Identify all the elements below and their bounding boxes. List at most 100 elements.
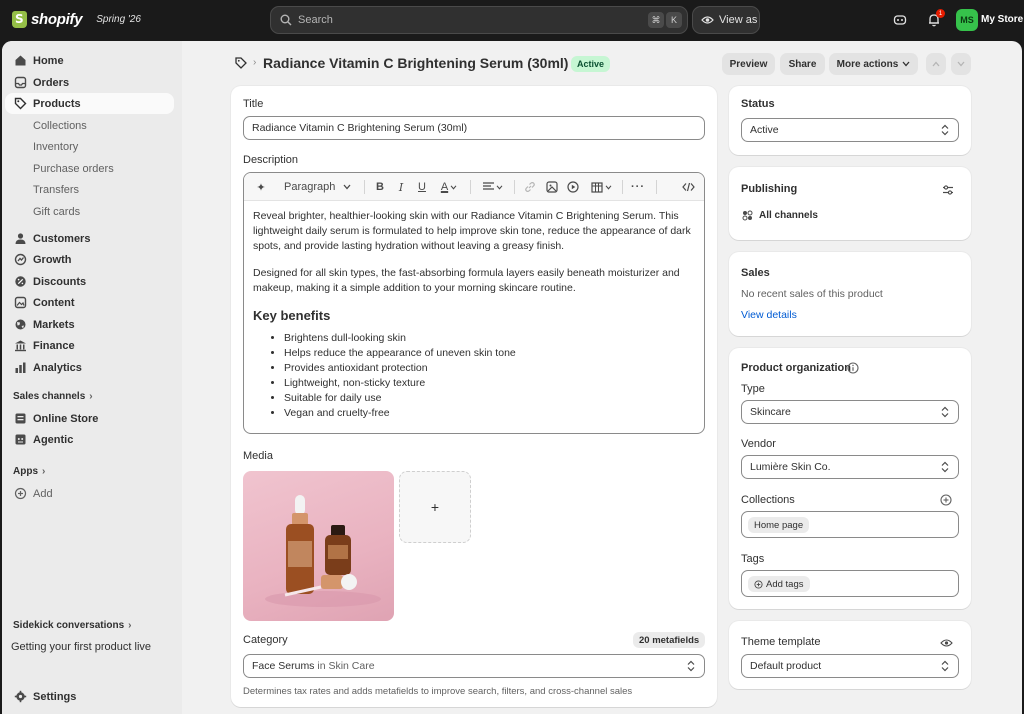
title-label: Title bbox=[243, 98, 264, 110]
text-color-icon[interactable]: A bbox=[436, 179, 462, 195]
shopify-logo[interactable]: shopify Spring '26 bbox=[12, 11, 141, 28]
sidebar-item-growth[interactable]: Growth bbox=[5, 249, 174, 270]
bold-icon[interactable]: B bbox=[372, 179, 388, 195]
code-icon[interactable] bbox=[680, 179, 696, 195]
sidebar-item-label: Purchase orders bbox=[33, 162, 114, 175]
sidebar-item-markets[interactable]: Markets bbox=[5, 314, 174, 335]
sidebar-item-add-app[interactable]: Add bbox=[5, 483, 174, 504]
sidebar-item-online-store[interactable]: Online Store bbox=[5, 408, 174, 429]
shopify-bag-icon bbox=[12, 11, 27, 28]
sidebar-item-home[interactable]: Home bbox=[5, 50, 174, 71]
vendor-value: Lumière Skin Co. bbox=[750, 461, 831, 473]
sidebar-item-transfers[interactable]: Transfers bbox=[5, 179, 174, 200]
sidebar-item-analytics[interactable]: Analytics bbox=[5, 357, 174, 378]
sidebar-item-inventory[interactable]: Inventory bbox=[5, 136, 174, 157]
status-select[interactable]: Active bbox=[741, 118, 959, 142]
agent-icon bbox=[15, 434, 26, 445]
sidebar-item-settings[interactable]: Settings bbox=[5, 686, 174, 707]
link-icon[interactable] bbox=[522, 179, 538, 195]
view-details-link[interactable]: View details bbox=[741, 309, 797, 321]
info-icon[interactable] bbox=[847, 362, 859, 374]
paragraph-select-value: Paragraph bbox=[284, 181, 336, 193]
bar-chart-icon bbox=[15, 362, 26, 373]
sidebar-item-discounts[interactable]: Discounts bbox=[5, 271, 174, 292]
sidebar-item-products[interactable]: Products bbox=[5, 93, 174, 114]
share-button[interactable]: Share bbox=[780, 53, 825, 75]
sidebar-item-collections[interactable]: Collections bbox=[5, 115, 174, 136]
sidebar-item-purchase-orders[interactable]: Purchase orders bbox=[5, 158, 174, 179]
tags-input[interactable]: Add tags bbox=[741, 570, 959, 597]
collection-chip[interactable]: Home page bbox=[748, 517, 810, 533]
select-arrows-icon bbox=[941, 406, 949, 418]
button-label: Preview bbox=[729, 58, 768, 70]
page-title: Radiance Vitamin C Brightening Serum (30… bbox=[263, 55, 569, 71]
sidebar-item-orders[interactable]: Orders bbox=[5, 72, 174, 93]
description-editor[interactable]: ✦ Paragraph B I U A ··· Reveal brighter,… bbox=[243, 172, 705, 434]
store-avatar[interactable]: MS bbox=[956, 9, 978, 31]
video-icon[interactable] bbox=[565, 179, 581, 195]
collection-chip-label: Home page bbox=[754, 519, 804, 531]
sales-channels-header[interactable]: Sales channels › bbox=[13, 391, 93, 402]
align-icon[interactable] bbox=[480, 179, 506, 195]
ai-sparkle-icon[interactable]: ✦ bbox=[253, 179, 269, 195]
plus-circle-icon bbox=[14, 487, 27, 500]
product-organization-card: Product organization Type Skincare Vendo… bbox=[729, 348, 971, 609]
sidebar-item-agentic[interactable]: Agentic bbox=[5, 429, 174, 450]
tag-icon bbox=[14, 97, 27, 110]
apps-header[interactable]: Apps › bbox=[13, 466, 45, 477]
image-icon[interactable] bbox=[544, 179, 560, 195]
add-collection-icon[interactable] bbox=[940, 494, 952, 506]
sidebar-item-customers[interactable]: Customers bbox=[5, 228, 174, 249]
tag-icon[interactable] bbox=[235, 57, 247, 69]
status-value: Active bbox=[750, 124, 779, 136]
category-value: Face Serums bbox=[252, 660, 315, 672]
status-label: Status bbox=[741, 98, 775, 110]
list-item: Provides antioxidant protection bbox=[284, 361, 697, 376]
type-label: Type bbox=[741, 383, 765, 395]
title-input[interactable]: Radiance Vitamin C Brightening Serum (30… bbox=[243, 116, 705, 140]
preview-button[interactable]: Preview bbox=[722, 53, 775, 75]
sidekick-conversations-header[interactable]: Sidekick conversations › bbox=[13, 620, 132, 631]
sidekick-conversation-item[interactable]: Getting your first product live bbox=[11, 641, 151, 653]
settings-sliders-icon[interactable] bbox=[942, 184, 954, 196]
section-label: Apps bbox=[13, 466, 38, 477]
more-actions-button[interactable]: More actions bbox=[829, 53, 918, 75]
eye-icon[interactable] bbox=[940, 638, 953, 648]
publishing-channels-value[interactable]: All channels bbox=[759, 210, 818, 221]
more-formatting-icon[interactable]: ··· bbox=[630, 179, 646, 195]
publishing-label: Publishing bbox=[741, 183, 798, 195]
underline-icon[interactable]: U bbox=[414, 179, 430, 195]
sidebar-item-finance[interactable]: Finance bbox=[5, 335, 174, 356]
gear-icon bbox=[14, 690, 27, 703]
collections-input[interactable]: Home page bbox=[741, 511, 959, 538]
sales-label: Sales bbox=[741, 267, 770, 279]
category-select[interactable]: Face Serums in Skin Care bbox=[243, 654, 705, 678]
store-name[interactable]: My Store bbox=[981, 14, 1023, 25]
previous-product-button[interactable] bbox=[926, 53, 946, 75]
shortcut-cmd-key: ⌘ bbox=[648, 12, 664, 28]
sidekick-icon[interactable] bbox=[892, 12, 908, 28]
sidebar-item-gift-cards[interactable]: Gift cards bbox=[5, 201, 174, 222]
description-paragraph: Designed for all skin types, the fast-ab… bbox=[253, 267, 680, 294]
add-tags-chip[interactable]: Add tags bbox=[748, 576, 810, 592]
description-heading: Key benefits bbox=[253, 308, 331, 323]
theme-template-label: Theme template bbox=[741, 636, 821, 648]
add-media-button[interactable]: + bbox=[399, 471, 471, 543]
metafields-badge[interactable]: 20 metafields bbox=[633, 632, 706, 648]
italic-icon[interactable]: I bbox=[393, 179, 409, 195]
sidebar-item-label: Finance bbox=[33, 339, 75, 352]
table-icon[interactable] bbox=[588, 179, 614, 195]
chevron-down-icon bbox=[957, 61, 965, 67]
type-select[interactable]: Skincare bbox=[741, 400, 959, 424]
search-input[interactable]: Search ⌘ K bbox=[270, 6, 688, 34]
sidebar-item-label: Online Store bbox=[33, 412, 99, 425]
sidebar-item-content[interactable]: Content bbox=[5, 292, 174, 313]
product-image[interactable] bbox=[243, 471, 394, 621]
vendor-select[interactable]: Lumière Skin Co. bbox=[741, 455, 959, 479]
view-as-button[interactable]: View as bbox=[692, 6, 760, 34]
theme-template-select[interactable]: Default product bbox=[741, 654, 959, 678]
next-product-button[interactable] bbox=[951, 53, 971, 75]
paragraph-select[interactable]: Paragraph bbox=[284, 179, 358, 195]
category-parent: Skin Care bbox=[328, 660, 375, 672]
notification-badge: 1 bbox=[936, 9, 945, 18]
